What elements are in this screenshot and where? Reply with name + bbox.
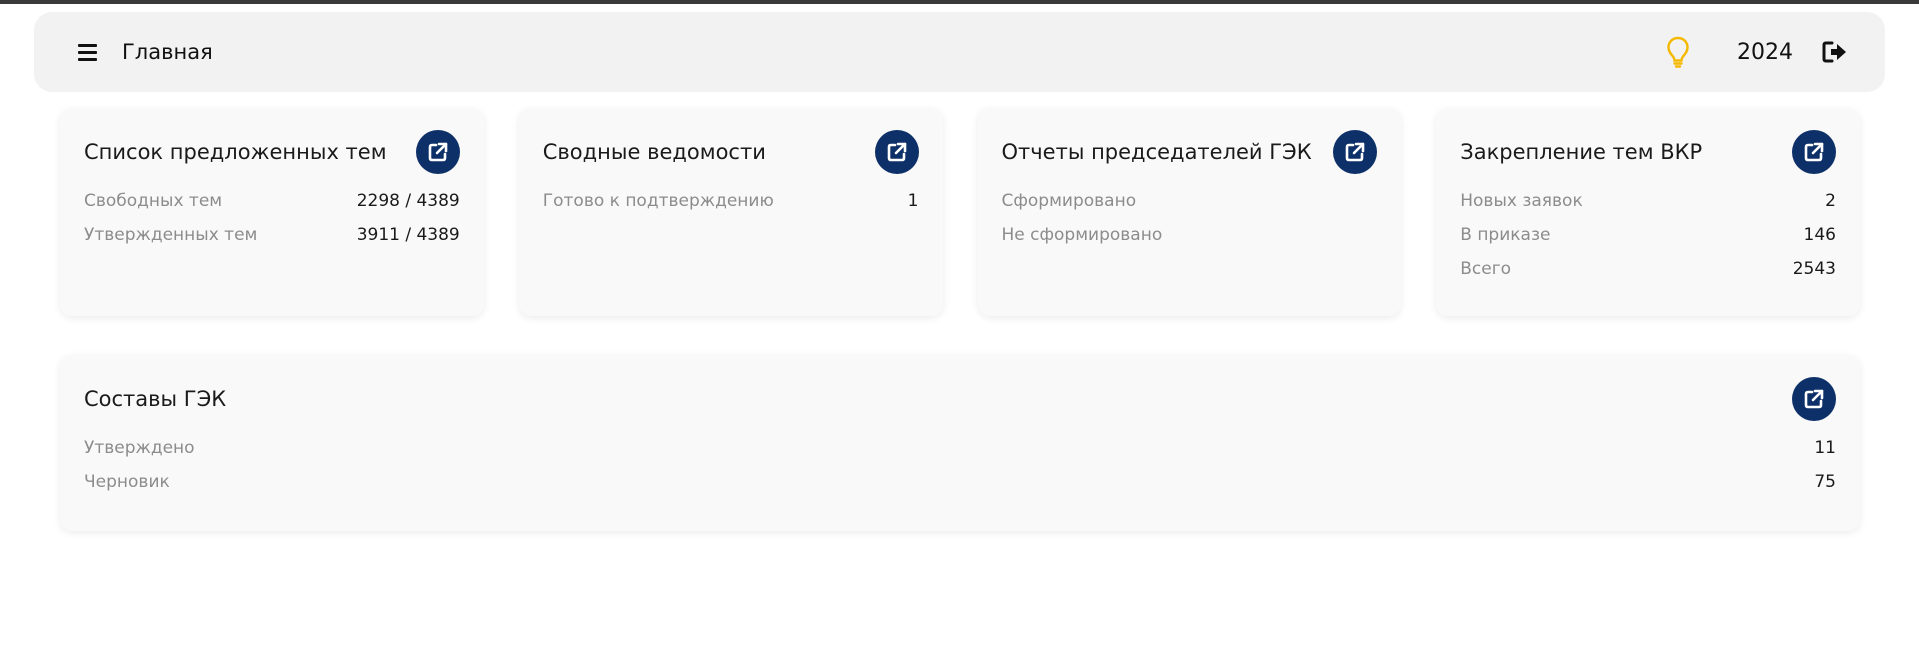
- card-title: Отчеты председателей ГЭК: [1001, 140, 1312, 164]
- external-link-icon: [1345, 142, 1365, 162]
- stat-row: Новых заявок 2: [1460, 191, 1836, 211]
- logout-icon[interactable]: [1821, 38, 1849, 66]
- year-selector[interactable]: 2024: [1737, 40, 1793, 65]
- open-card-button[interactable]: [1792, 130, 1836, 174]
- stat-row: Готово к подтверждению 1: [542, 191, 919, 211]
- stat-row: Свободных тем 2298 / 4389: [84, 191, 460, 211]
- stat-row: Утвержденных тем 3911 / 4389: [84, 225, 460, 245]
- card-gek-chair-reports: Отчеты председателей ГЭК Сформировано Не…: [977, 108, 1402, 316]
- top-strip: [0, 0, 1919, 4]
- open-card-button[interactable]: [874, 130, 919, 174]
- external-link-icon: [428, 142, 448, 162]
- cards-row: Список предложенных тем Свободных тем 22…: [60, 108, 1860, 316]
- card-vkr-topic-assignment: Закрепление тем ВКР Новых заявок 2 В при…: [1436, 108, 1860, 316]
- hamburger-menu-icon[interactable]: [78, 39, 104, 65]
- stat-row: Утверждено 11: [84, 438, 1836, 458]
- external-link-icon: [1804, 142, 1824, 162]
- lightbulb-icon[interactable]: [1663, 35, 1693, 69]
- stat-row: Сформировано: [1001, 191, 1137, 211]
- open-card-button[interactable]: [1333, 130, 1378, 174]
- external-link-icon: [887, 142, 906, 162]
- stat-row: Черновик 75: [84, 472, 1836, 492]
- stat-row: Всего 2543: [1460, 259, 1836, 279]
- card-summary-sheets: Сводные ведомости Готово к подтверждению…: [518, 108, 943, 316]
- stat-row: В приказе 146: [1460, 225, 1836, 245]
- card-gek-compositions: Составы ГЭК Утверждено 11 Черновик 75: [60, 355, 1860, 531]
- card-title: Закрепление тем ВКР: [1460, 140, 1703, 164]
- app-header: Главная 2024: [34, 12, 1885, 92]
- page-title: Главная: [122, 40, 213, 64]
- open-card-button[interactable]: [415, 130, 460, 174]
- card-proposed-topics: Список предложенных тем Свободных тем 22…: [60, 108, 484, 316]
- stat-row: Не сформировано: [1001, 225, 1163, 245]
- card-title: Список предложенных тем: [84, 140, 387, 164]
- card-title: Составы ГЭК: [84, 387, 227, 411]
- open-card-button[interactable]: [1792, 377, 1836, 421]
- external-link-icon: [1804, 389, 1824, 409]
- card-title: Сводные ведомости: [542, 140, 766, 164]
